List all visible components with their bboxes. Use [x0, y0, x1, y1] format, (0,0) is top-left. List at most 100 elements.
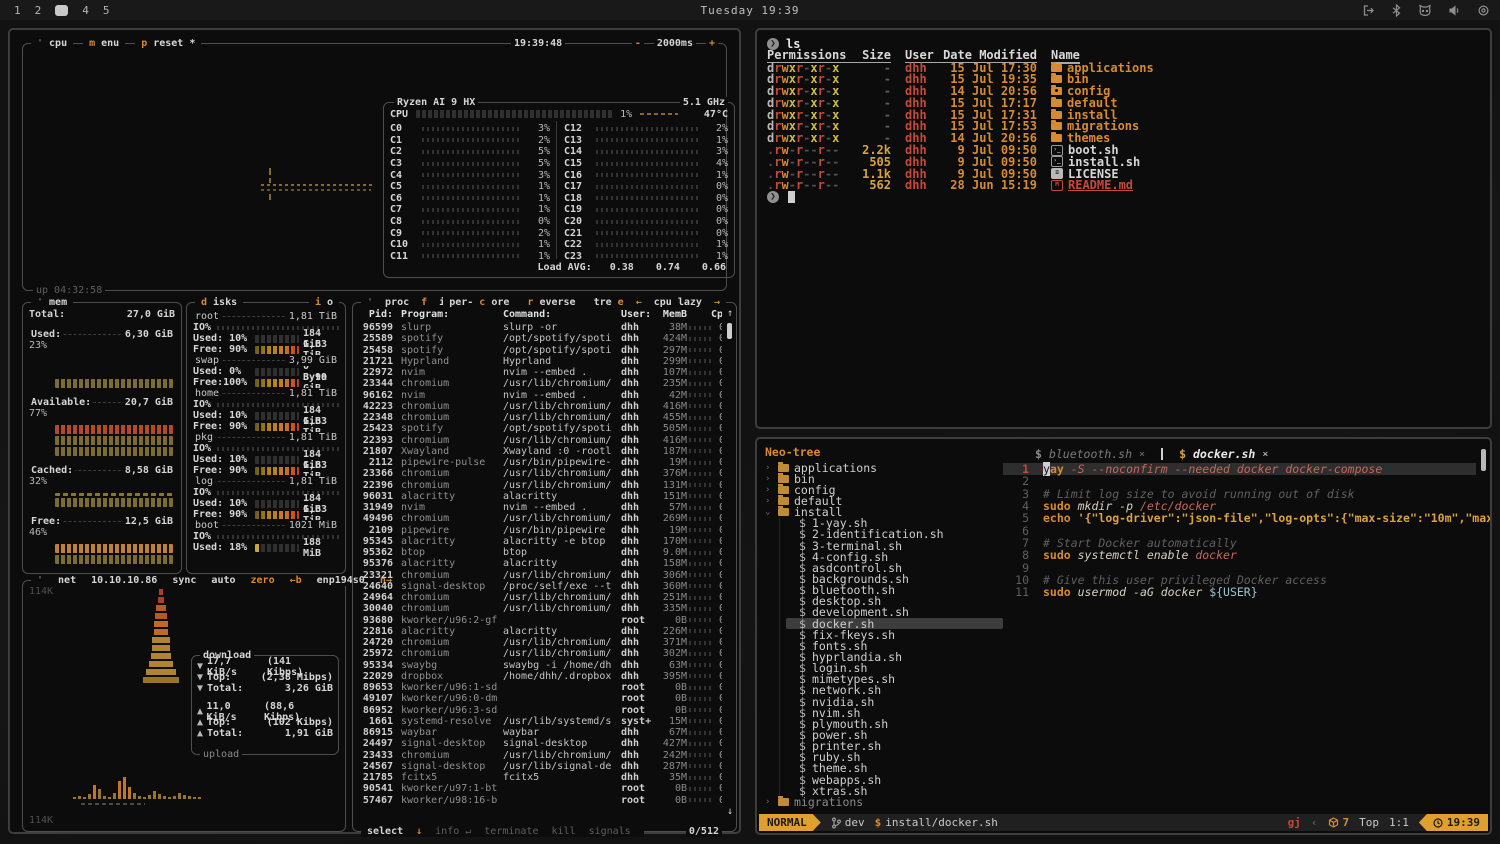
proc-row[interactable]: 24720chromium/usr/lib/chromium/dhh371M0.… [357, 637, 722, 648]
cpu-history-graph [251, 166, 381, 206]
btop-menu-button[interactable]: menu [83, 38, 125, 49]
disks-io-toggle[interactable]: io [309, 297, 339, 308]
diagnostic-indicator: gj [1288, 816, 1301, 829]
tab-separator [1161, 448, 1163, 460]
tab-close-icon[interactable]: × [1262, 449, 1268, 460]
proc-row[interactable]: 25458spotify/opt/spotify/spotidhh297M0.2 [357, 345, 722, 356]
proc-row[interactable]: 42223chromium/usr/lib/chromium/dhh416M0.… [357, 401, 722, 412]
folder-icon [1051, 122, 1062, 130]
folder-icon [1051, 87, 1062, 95]
proc-footer-actions[interactable]: select↓info ↵terminatekillsignals [361, 826, 644, 837]
upload-stats: ▲11,0 KiB/s(88,6 Kibps)▲Top:(102 Kibps)▲… [197, 706, 333, 739]
proc-row[interactable]: 93680kworker/u96:2-gfroot0B0.0 [357, 615, 722, 626]
core-row-C1: C12% [390, 135, 550, 147]
volume-icon[interactable] [1448, 4, 1461, 17]
net-axis-bottom: 114K [29, 815, 53, 826]
proc-row[interactable]: 2112pipewire-pulse/usr/bin/pipewire-dhh1… [357, 457, 722, 468]
proc-row[interactable]: 95362btopbtopdhh9.0M0.0 [357, 547, 722, 558]
proc-row[interactable]: 24497signal-desktopsignal-desktopdhh427M… [357, 738, 722, 749]
core-row-C15: C154% [564, 158, 728, 170]
interval-plus-button[interactable]: + [706, 38, 718, 49]
proc-row[interactable]: 23433chromium/usr/lib/chromium/dhh242M0.… [357, 750, 722, 761]
proc-row[interactable]: 22393chromium/usr/lib/chromium/dhh416M0.… [357, 435, 722, 446]
interval-minus-button[interactable]: - [632, 38, 644, 49]
code-line-9: 9 [1003, 561, 1476, 573]
core-column-divider [556, 121, 557, 259]
proc-row[interactable]: 31949nvimnvim --embed .dhh57M0.0 [357, 502, 722, 513]
proc-row[interactable]: 90541kworker/u97:1-btroot0B0.0 [357, 783, 722, 794]
mode-indicator: NORMAL [759, 814, 821, 831]
proc-scrollbar-thumb[interactable] [727, 323, 732, 339]
core-row-C6: C61% [390, 193, 550, 205]
core-row-C2: C25% [390, 146, 550, 158]
prompt-icon: ❯ [767, 191, 779, 203]
core-row-C10: C101% [390, 239, 550, 251]
proc-row[interactable]: 22348chromium/usr/lib/chromium/dhh455M0.… [357, 412, 722, 423]
bluetooth-icon[interactable] [1391, 4, 1402, 17]
proc-sort-controls[interactable]: per-core reverse tree ← cpu lazy → [443, 297, 726, 308]
proc-row[interactable]: 21721HyprlandHyprlanddhh299M0.1 [357, 356, 722, 367]
proc-row[interactable]: 23366chromium/usr/lib/chromium/dhh376M0.… [357, 468, 722, 479]
proc-row[interactable]: 95334swaybgswaybg -i /home/dhdhh63M0.0 [357, 660, 722, 671]
proc-row[interactable]: 22396chromium/usr/lib/chromium/dhh131M0.… [357, 480, 722, 491]
core-row-C22: C221% [564, 239, 728, 251]
proc-row[interactable]: 95376alacrittyalacrittydhh158M0.0 [357, 558, 722, 569]
proc-row[interactable]: 23344chromium/usr/lib/chromium/dhh235M0.… [357, 378, 722, 389]
proc-scroll-down-icon[interactable]: ↓ [727, 806, 733, 817]
proc-row[interactable]: 96031alacrittyalacrittydhh151M0.0 [357, 491, 722, 502]
proc-row[interactable]: 57467kworker/u98:16-broot0B0.0 [357, 795, 722, 806]
neo-tree-install-children: $1-yay.sh$2-identification.sh$3-terminal… [779, 518, 1003, 797]
prompt-row-2[interactable]: ❯ [767, 191, 1480, 203]
proc-row[interactable]: 21807XwaylandXwayland :0 -rootldhh187M0.… [357, 446, 722, 457]
proc-row[interactable]: 96599slurpslurp -ordhh38M0.0 [357, 322, 722, 333]
waybar: 12345 Tuesday 19:39 [0, 0, 1500, 20]
core-row-C0: C03% [390, 123, 550, 135]
proc-row[interactable]: 95345alacrittyalacritty -e btopdhh170M0.… [357, 536, 722, 547]
cpu-total-row: CPU 1% 47°C [390, 108, 728, 120]
tab-bluetooth.sh[interactable]: $bluetooth.sh× [1027, 447, 1153, 461]
proc-header-row[interactable]: Pid: Program: Command: User: MemB Cpu% [357, 309, 722, 320]
tree-item-migrations[interactable]: ›migrations [765, 796, 1003, 807]
folder-icon [778, 497, 789, 505]
proc-row[interactable]: 25589spotify/opt/spotify/spotidhh424M0.2 [357, 333, 722, 344]
folder-icon [778, 508, 789, 516]
cpu-total-label: CPU [390, 109, 408, 120]
code-line-11: 11sudo usermod -aG docker ${USER} [1003, 586, 1476, 598]
proc-row[interactable]: 2109pipewire/usr/bin/pipewiredhh19M0.0 [357, 525, 722, 536]
tab-docker.sh[interactable]: $docker.sh× [1171, 447, 1276, 461]
proc-row[interactable]: 49107kworker/u96:0-dmroot0B0.0 [357, 693, 722, 704]
proc-row[interactable]: 24567signal-desktop/usr/lib/signal-dedhh… [357, 761, 722, 772]
proc-row[interactable]: 1661systemd-resolve/usr/lib/systemd/ssys… [357, 716, 722, 727]
mem-stat-total: Total:27,0 GiB [29, 309, 175, 320]
cat-icon[interactable] [1418, 4, 1432, 17]
load-avg-label: Load AVG: [538, 262, 592, 273]
proc-row[interactable]: 89653kworker/u96:1-sdroot0B0.0 [357, 682, 722, 693]
proc-row[interactable]: 86915waybarwaybardhh67M0.0 [357, 727, 722, 738]
btop-preset-button[interactable]: preset * [135, 38, 201, 49]
logout-icon[interactable] [1362, 4, 1375, 17]
proc-row[interactable]: 86952kworker/u96:3-sdroot0B0.0 [357, 705, 722, 716]
proc-row[interactable]: 24964chromium/usr/lib/chromium/dhh251M0.… [357, 592, 722, 603]
proc-row[interactable]: 24640signal-desktop/proc/self/exe --tdhh… [357, 581, 722, 592]
proc-row[interactable]: 22972nvimnvim --embed .dhh107M0.0 [357, 367, 722, 378]
cpu-total-meter [416, 110, 612, 118]
core-row-C20: C200% [564, 216, 728, 228]
proc-scroll-up-icon[interactable]: ↑ [727, 308, 733, 319]
cpu-cores-left: C03%C12%C25%C35%C43%C51%C61%C71%C80%C92%… [390, 123, 550, 262]
tab-close-icon[interactable]: × [1139, 449, 1145, 460]
editor-buffer[interactable]: 1yay -S --noconfirm --needed docker dock… [1003, 463, 1476, 598]
proc-row[interactable]: 25972chromium/usr/lib/chromium/dhh302M0.… [357, 648, 722, 659]
proc-row[interactable]: 22029dropbox/home/dhh/.dropboxdhh395M0.0 [357, 671, 722, 682]
cpu-core-box: Ryzen AI 9 HX 5.1 GHz CPU 1% 47°C C03%C1… [383, 102, 735, 278]
proc-row[interactable]: 22816alacrittyalacrittydhh226M0.0 [357, 626, 722, 637]
proc-row[interactable]: 30040chromium/usr/lib/chromium/dhh335M0.… [357, 603, 722, 614]
settings-icon[interactable] [1477, 4, 1490, 17]
neo-tree-trailing-items: ›migrations [765, 796, 1003, 807]
proc-row[interactable]: 25423spotify/opt/spotify/spotidhh505M0.0 [357, 423, 722, 434]
proc-row[interactable]: 96162nvimnvim --embed .dhh42M0.0 [357, 390, 722, 401]
core-row-C8: C80% [390, 216, 550, 228]
proc-row[interactable]: 49496chromium/usr/lib/chromium/dhh269M0.… [357, 513, 722, 524]
editor-scrollbar-thumb[interactable] [1481, 449, 1486, 471]
proc-row[interactable]: 23321chromium/usr/lib/chromium/dhh306M0.… [357, 570, 722, 581]
proc-row[interactable]: 21785fcitx5fcitx5dhh35M0.0 [357, 772, 722, 783]
